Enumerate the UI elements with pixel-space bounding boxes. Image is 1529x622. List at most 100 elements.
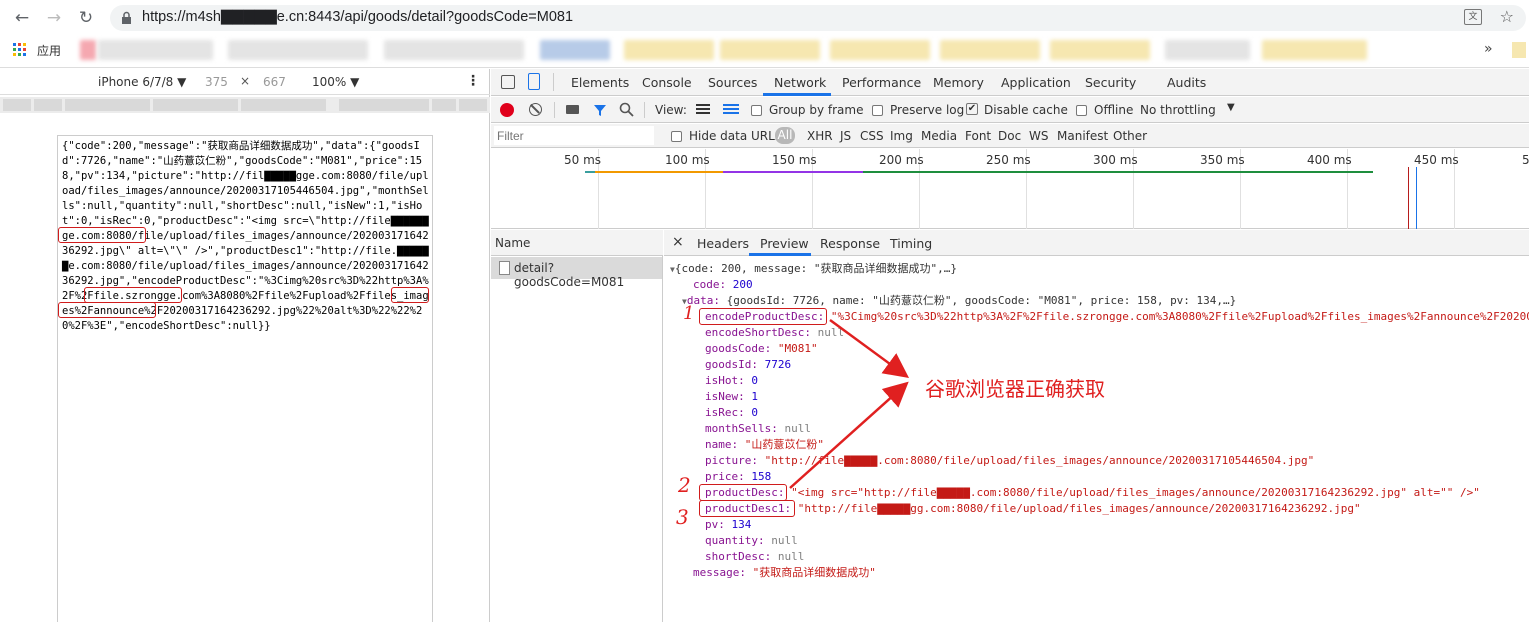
timeline-tick: 100 ms bbox=[665, 153, 710, 167]
bookmark-folder[interactable] bbox=[830, 40, 930, 60]
filter-input[interactable] bbox=[494, 126, 654, 145]
timing-bar bbox=[595, 171, 723, 173]
offline-checkbox[interactable] bbox=[1076, 104, 1087, 118]
folder-icon[interactable] bbox=[1512, 42, 1526, 58]
address-bar[interactable]: https://m4sh▇▇▇▇▇e.cn:8443/api/goods/det… bbox=[110, 5, 1526, 31]
json-field-row: productDesc: "<img src="http://file▇▇▇▇▇… bbox=[705, 486, 1480, 500]
tab-memory[interactable]: Memory bbox=[933, 75, 984, 90]
json-root-summary: {code: 200, message: "获取商品详细数据成功",…} bbox=[674, 262, 958, 275]
filter-type-xhr[interactable]: XHR bbox=[807, 129, 833, 143]
bookmark-folder[interactable] bbox=[624, 40, 714, 60]
bookmark-item[interactable] bbox=[384, 40, 524, 60]
offline-label: Offline bbox=[1094, 103, 1134, 117]
back-arrow-icon[interactable]: ← bbox=[12, 8, 32, 28]
tab-headers[interactable]: Headers bbox=[697, 236, 749, 251]
device-toggle-icon[interactable] bbox=[528, 73, 540, 90]
filter-type-all[interactable]: All bbox=[775, 127, 795, 144]
hide-data-urls-checkbox[interactable] bbox=[671, 130, 682, 144]
callout-text: 谷歌浏览器正确获取 bbox=[925, 377, 1105, 401]
tab-security[interactable]: Security bbox=[1085, 75, 1136, 90]
throttling-select[interactable]: No throttling bbox=[1140, 103, 1216, 117]
json-field-row: encodeShortDesc: null bbox=[705, 326, 844, 340]
tab-timing[interactable]: Timing bbox=[890, 236, 932, 251]
device-height[interactable]: 667 bbox=[263, 75, 286, 89]
filter-type-manifest[interactable]: Manifest bbox=[1057, 129, 1108, 143]
tab-elements[interactable]: Elements bbox=[571, 75, 629, 90]
bookmark-folder[interactable] bbox=[720, 40, 820, 60]
filter-type-img[interactable]: Img bbox=[890, 129, 913, 143]
timeline-tick: 200 ms bbox=[879, 153, 924, 167]
bookmark-folder[interactable] bbox=[940, 40, 1040, 60]
kebab-menu-icon[interactable]: ⋮ bbox=[466, 73, 480, 89]
device-viewport: {"code":200,"message":"获取商品详细数据成功","data… bbox=[57, 135, 433, 622]
url-text[interactable]: https://m4sh▇▇▇▇▇e.cn:8443/api/goods/det… bbox=[142, 9, 573, 25]
tab-response[interactable]: Response bbox=[820, 236, 880, 251]
json-key: isRec: bbox=[705, 406, 745, 419]
tab-audits[interactable]: Audits bbox=[1167, 75, 1206, 90]
tab-network[interactable]: Network bbox=[774, 75, 826, 90]
json-data-row[interactable]: ▼data: {goodsId: 7726, name: "山药薏苡仁粉", g… bbox=[682, 294, 1236, 309]
media-query-bar[interactable] bbox=[0, 97, 490, 113]
bookmark-item[interactable] bbox=[228, 40, 368, 60]
json-field-row: goodsCode: "M081" bbox=[705, 342, 818, 356]
filter-type-font[interactable]: Font bbox=[965, 129, 991, 143]
bookmark-item[interactable] bbox=[540, 40, 610, 60]
active-tab-indicator bbox=[763, 93, 831, 96]
more-bookmarks-button[interactable]: » bbox=[1484, 41, 1493, 57]
tab-application[interactable]: Application bbox=[1001, 75, 1071, 90]
apps-grid-icon[interactable] bbox=[13, 43, 27, 57]
disable-cache-checkbox[interactable]: ✔ bbox=[966, 103, 978, 115]
highlight-productDesc bbox=[58, 227, 146, 243]
large-rows-icon[interactable] bbox=[696, 104, 710, 115]
request-row[interactable]: detail?goodsCode=M081 bbox=[491, 257, 662, 289]
json-field-row: productDesc1: "http://file▇▇▇▇▇gg.com:80… bbox=[705, 502, 1361, 516]
close-icon[interactable]: × bbox=[672, 234, 684, 250]
waterfall-icon[interactable] bbox=[723, 104, 739, 115]
bookmark-folder[interactable] bbox=[1050, 40, 1150, 60]
filter-icon[interactable] bbox=[593, 103, 607, 117]
bookmark-item[interactable] bbox=[80, 40, 96, 60]
name-column-header[interactable]: Name bbox=[491, 230, 663, 256]
translate-icon[interactable]: 文 bbox=[1464, 9, 1482, 25]
filter-type-js[interactable]: JS bbox=[840, 129, 851, 143]
preserve-log-checkbox[interactable] bbox=[872, 104, 883, 118]
forward-arrow-icon[interactable]: → bbox=[44, 8, 64, 28]
json-value: 200 bbox=[732, 278, 753, 291]
json-field-row: picture: "http://file▇▇▇▇▇.com:8080/file… bbox=[705, 454, 1314, 468]
tab-performance[interactable]: Performance bbox=[842, 75, 921, 90]
tab-sources[interactable]: Sources bbox=[708, 75, 757, 90]
network-overview-timeline[interactable]: 50 ms 100 ms 150 ms 200 ms 250 ms 300 ms… bbox=[491, 149, 1529, 229]
inspect-element-icon[interactable] bbox=[501, 75, 515, 89]
record-icon[interactable] bbox=[500, 103, 514, 117]
bookmark-folder[interactable] bbox=[1262, 40, 1367, 60]
dimension-separator: × bbox=[240, 74, 251, 88]
tab-console[interactable]: Console bbox=[642, 75, 692, 90]
reload-icon[interactable]: ↻ bbox=[76, 8, 96, 28]
group-by-frame-checkbox[interactable] bbox=[751, 104, 762, 118]
filter-type-ws[interactable]: WS bbox=[1029, 129, 1048, 143]
clear-icon[interactable] bbox=[529, 103, 542, 116]
filter-type-doc[interactable]: Doc bbox=[998, 129, 1021, 143]
search-icon[interactable] bbox=[619, 102, 634, 117]
timeline-tick: 50 ms bbox=[564, 153, 602, 167]
chevron-down-icon[interactable]: ▼ bbox=[1227, 102, 1235, 113]
request-name: detail?goodsCode=M081 bbox=[514, 261, 625, 289]
tab-preview[interactable]: Preview bbox=[760, 236, 809, 251]
zoom-select[interactable]: 100% ▼ bbox=[312, 75, 359, 89]
filter-type-media[interactable]: Media bbox=[921, 129, 957, 143]
json-value: "<img src="http://file▇▇▇▇▇.com:8080/fil… bbox=[791, 486, 1480, 499]
star-icon[interactable]: ☆ bbox=[1500, 7, 1514, 26]
active-detail-tab-indicator bbox=[749, 253, 811, 256]
bookmark-item[interactable] bbox=[98, 40, 213, 60]
device-select[interactable]: iPhone 6/7/8 ▼ bbox=[98, 75, 186, 89]
device-width[interactable]: 375 bbox=[205, 75, 228, 89]
json-root-row[interactable]: ▼{code: 200, message: "获取商品详细数据成功",…} bbox=[670, 262, 957, 277]
bookmark-item[interactable] bbox=[1165, 40, 1250, 60]
apps-label[interactable]: 应用 bbox=[37, 42, 61, 59]
screenshot-camera-icon[interactable] bbox=[566, 105, 579, 114]
json-field-row: price: 158 bbox=[705, 470, 771, 484]
filter-type-css[interactable]: CSS bbox=[860, 129, 884, 143]
json-key: goodsCode: bbox=[705, 342, 772, 355]
filter-type-other[interactable]: Other bbox=[1113, 129, 1147, 143]
annotation-number-2: 2 bbox=[678, 473, 691, 497]
